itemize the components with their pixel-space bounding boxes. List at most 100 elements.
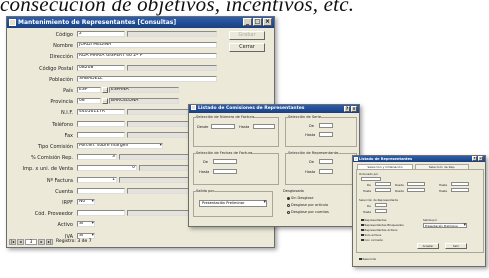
s-desde-input[interactable] bbox=[407, 182, 425, 186]
list-window-titlebar[interactable]: Listado de Comisiones de Representantes … bbox=[189, 105, 359, 113]
field-input[interactable]: Sí bbox=[77, 221, 95, 228]
field-input[interactable]: 3 bbox=[77, 154, 117, 161]
field-input[interactable] bbox=[77, 210, 125, 217]
s-desde-input-2[interactable] bbox=[407, 188, 425, 192]
record-number-input[interactable]: 3 bbox=[25, 238, 37, 245]
field-label: Población bbox=[49, 76, 73, 83]
field-input[interactable]: 0 bbox=[77, 165, 137, 172]
field-label: Imp. x uni. de Venta bbox=[22, 166, 73, 173]
s-hasta-input[interactable] bbox=[451, 182, 469, 186]
check-representantes[interactable]: Representantes bbox=[361, 218, 386, 222]
help-button[interactable]: ? bbox=[472, 156, 477, 161]
s-de-input[interactable] bbox=[375, 182, 391, 186]
help-button[interactable]: ? bbox=[344, 106, 350, 112]
last-record-button[interactable]: ▸| bbox=[46, 238, 53, 245]
field-label: Tipo Comisión bbox=[37, 144, 73, 150]
check-resumido[interactable]: Resumido bbox=[359, 257, 376, 261]
output-group-label: Salida por bbox=[196, 189, 215, 193]
small-output-select[interactable]: Presentación Preliminar bbox=[423, 223, 467, 228]
next-record-button[interactable]: ▸ bbox=[38, 238, 45, 245]
lookup-button[interactable]: … bbox=[102, 87, 108, 93]
field-input[interactable]: RDA MARIA GISPERT 46 2º P bbox=[77, 53, 217, 60]
field-input[interactable] bbox=[77, 120, 125, 127]
order-by-input[interactable] bbox=[361, 177, 381, 181]
s-hasta-label-3: Hasta bbox=[439, 189, 448, 193]
output-select[interactable]: Presentación Preliminar bbox=[199, 200, 267, 207]
lookup-description: ESPAÑA bbox=[109, 87, 179, 93]
field-input[interactable]: Porcen. sobre margen bbox=[77, 143, 163, 149]
close-button[interactable]: × bbox=[263, 18, 272, 26]
first-record-button[interactable]: |◂ bbox=[9, 238, 16, 245]
invoice-from-input[interactable] bbox=[211, 124, 235, 129]
previous-record-button[interactable]: ◂ bbox=[17, 238, 24, 245]
lookup-button[interactable]: … bbox=[102, 98, 108, 105]
rep-to-label: Hasta bbox=[305, 170, 316, 174]
main-window-title: Mantenimiento de Representantes [Consult… bbox=[18, 19, 177, 26]
rep-range-from-input[interactable] bbox=[375, 203, 387, 207]
date-to-input[interactable] bbox=[213, 169, 237, 174]
app-icon bbox=[354, 157, 358, 161]
field-input[interactable]: 1 bbox=[77, 176, 117, 183]
field-input[interactable]: 44056117R bbox=[77, 109, 125, 116]
field-label: Nombre bbox=[53, 43, 73, 50]
rep-range-label: Selección de Representante bbox=[359, 198, 399, 202]
s-hasta-input-3[interactable] bbox=[451, 188, 469, 192]
check-bloqueados[interactable]: Representantes Bloqueados bbox=[361, 223, 404, 227]
small-window-titlebar[interactable]: Listado de Representantes ? × bbox=[353, 156, 485, 162]
radio-no-breakdown[interactable]: Sin Desglose bbox=[287, 196, 314, 200]
s-hasta-label: Hasta bbox=[439, 183, 448, 187]
s-hasta-input-2[interactable] bbox=[375, 188, 391, 192]
close-button[interactable]: × bbox=[478, 156, 483, 161]
field-filler bbox=[127, 31, 217, 37]
rep-to-input[interactable] bbox=[319, 169, 333, 174]
serie-to-input[interactable] bbox=[319, 132, 333, 137]
close-button[interactable]: × bbox=[351, 106, 357, 112]
radio-breakdown-article[interactable]: Desglose por artículo bbox=[287, 203, 328, 207]
field-input[interactable]: 08208 bbox=[77, 64, 125, 71]
field-label: Fax bbox=[64, 132, 73, 139]
field-label: Activo bbox=[57, 222, 73, 229]
check-con-comision[interactable]: Con comisión bbox=[361, 238, 383, 242]
representatives-list-window: Listado de Representantes ? × Selección … bbox=[352, 155, 486, 267]
serie-group-label: Selección de Serie bbox=[288, 115, 322, 119]
check-activos[interactable]: Representantes Activos bbox=[361, 228, 397, 232]
date-from-input[interactable] bbox=[213, 159, 237, 164]
serie-from-label: De bbox=[309, 124, 314, 128]
close-form-button[interactable]: Cerrar bbox=[229, 43, 265, 52]
small-window-title: Listado de Representantes bbox=[359, 157, 413, 161]
field-input[interactable] bbox=[77, 187, 125, 194]
accept-button[interactable]: Aceptar bbox=[417, 243, 439, 249]
field-label: IRPF bbox=[62, 200, 73, 206]
field-input[interactable] bbox=[77, 131, 125, 138]
field-input[interactable]: 2 bbox=[77, 31, 125, 37]
field-input[interactable]: No bbox=[77, 199, 95, 205]
minimize-button[interactable]: _ bbox=[243, 18, 252, 26]
rep-from-label: De bbox=[309, 160, 314, 164]
commission-list-window: Listado de Comisiones de Representantes … bbox=[188, 104, 360, 227]
small-output-label: Salida por bbox=[423, 218, 438, 222]
serie-from-input[interactable] bbox=[319, 123, 333, 128]
main-window-titlebar[interactable]: Mantenimiento de Representantes [Consult… bbox=[7, 17, 274, 28]
radio-breakdown-accounts[interactable]: Desglose por cuentas bbox=[287, 210, 329, 214]
s-hasta-label-2: Hasta bbox=[363, 189, 372, 193]
rep-from-input[interactable] bbox=[319, 159, 333, 164]
field-input[interactable]: SABADELL bbox=[77, 75, 217, 82]
field-input[interactable]: 08 bbox=[77, 98, 101, 105]
s-desde-label: Desde bbox=[395, 183, 404, 187]
save-button[interactable]: Grabar bbox=[229, 31, 265, 40]
order-by-label: Ordenado por bbox=[359, 172, 379, 176]
check-solo-activos[interactable]: Solo activos bbox=[361, 233, 381, 237]
rep-range-to-input[interactable] bbox=[375, 209, 387, 213]
field-label: Código Postal bbox=[39, 65, 73, 72]
rep-range-from-label: De bbox=[367, 204, 371, 208]
maximize-button[interactable]: □ bbox=[253, 18, 262, 26]
field-label: Cód. Proveedor bbox=[34, 211, 73, 218]
exit-button[interactable]: Salir bbox=[445, 243, 467, 249]
record-navigator: |◂ ◂ 3 ▸ ▸| Registro: 3 de 7 bbox=[9, 238, 129, 245]
field-input[interactable]: JORDI MEDINA bbox=[77, 42, 217, 49]
field-label: País bbox=[63, 88, 73, 94]
invoice-dates-group-label: Selección de Fechas de Factura bbox=[196, 151, 253, 155]
field-filler bbox=[127, 64, 217, 71]
field-input[interactable]: ESP bbox=[77, 87, 101, 93]
invoice-to-input[interactable] bbox=[253, 124, 275, 129]
